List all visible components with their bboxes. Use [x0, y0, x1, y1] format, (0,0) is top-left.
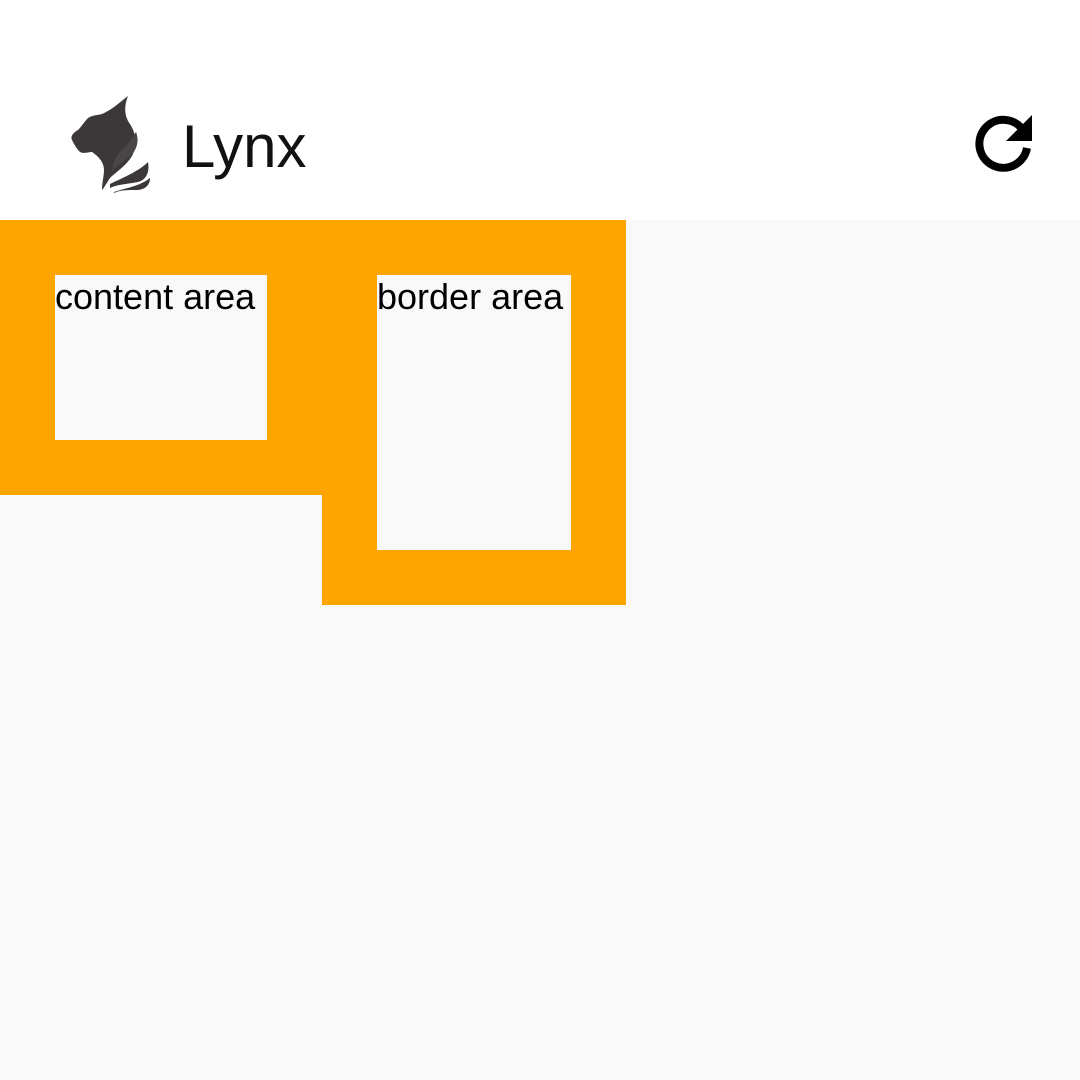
border-area-box: border area [322, 220, 626, 605]
content-area-box: content area [0, 220, 322, 495]
app-bar: Lynx [0, 0, 1080, 220]
border-area-label: border area [377, 275, 571, 550]
app-title: Lynx [182, 113, 307, 180]
lynx-logo-icon [71, 96, 150, 193]
content-area-label: content area [55, 275, 267, 440]
app-screen: Lynx content area border area [0, 0, 1080, 1080]
refresh-icon[interactable] [968, 108, 1038, 178]
